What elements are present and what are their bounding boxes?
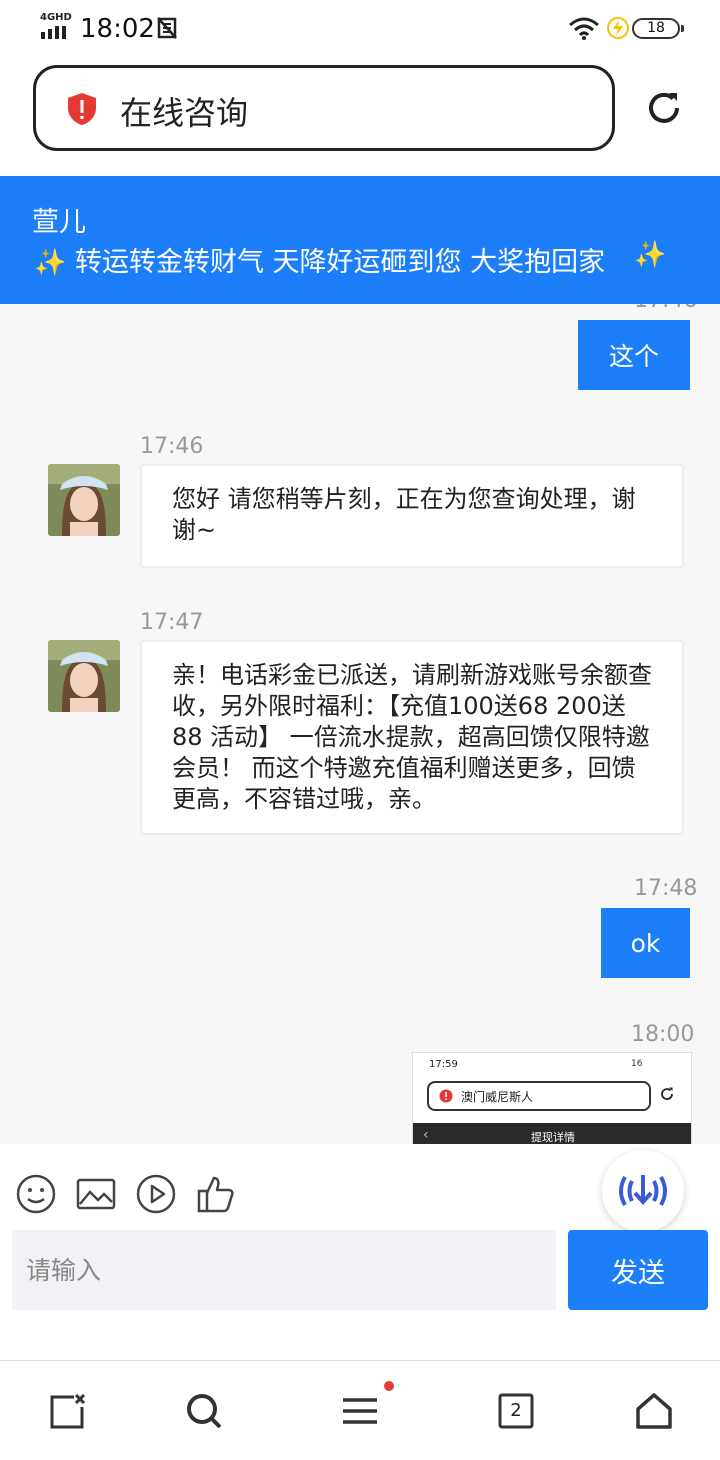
slogan-row: ✨ 转运转金转财气 天降好运砸到您 大奖抱回家 ✨: [34, 240, 694, 279]
agent-avatar[interactable]: [48, 464, 120, 536]
thumb-status-time: 17:59: [429, 1059, 458, 1070]
agent-name: 萱儿: [32, 207, 86, 238]
outgoing-message[interactable]: ok: [601, 908, 690, 978]
message-time: 17:48: [634, 876, 698, 901]
outgoing-message[interactable]: 这个: [578, 320, 690, 390]
page-title: 在线咨询: [120, 94, 249, 132]
menu-icon[interactable]: [340, 1391, 380, 1431]
thumb-reload-icon: [661, 1087, 673, 1100]
message-time: 17:46: [634, 304, 697, 313]
sparkle-icon: ✨: [634, 240, 667, 270]
message-time: 17:46: [140, 434, 204, 459]
message-time: 17:47: [140, 610, 204, 635]
tabs-button[interactable]: 2: [498, 1393, 534, 1429]
thumbs-up-icon[interactable]: [196, 1174, 236, 1214]
reload-icon[interactable]: [644, 88, 684, 128]
signal-icon: [41, 26, 66, 39]
thumb-nav-title: 提现详情: [531, 1131, 575, 1144]
image-icon[interactable]: [76, 1174, 116, 1214]
search-icon[interactable]: [184, 1391, 224, 1431]
shield-warning-icon: [68, 93, 96, 125]
sync-off-icon: [157, 17, 177, 39]
chat-messages[interactable]: 17:46 这个 17:46 您好 请您稍等片刻，正在为您查询处理，谢谢~ 17…: [0, 304, 720, 1144]
video-icon[interactable]: [136, 1174, 176, 1214]
message-input[interactable]: [12, 1230, 556, 1310]
thumb-battery: 16: [631, 1059, 643, 1069]
sparkle-icon: ✨: [34, 248, 67, 278]
wifi-icon: [569, 17, 599, 40]
tabs-count: 2: [510, 1400, 522, 1421]
composer: 发送: [0, 1144, 720, 1360]
close-page-icon[interactable]: [48, 1391, 88, 1431]
voice-button[interactable]: [602, 1150, 684, 1232]
address-bar[interactable]: 在线咨询: [33, 65, 615, 151]
thumb-page-title: 澳门威尼斯人: [461, 1090, 534, 1104]
image-message[interactable]: 17:59 16 澳门威尼斯人 ‹ 提现详情: [412, 1052, 692, 1144]
thumb-warning-icon: [439, 1089, 453, 1103]
chat-header: 萱儿 ✨ 转运转金转财气 天降好运砸到您 大奖抱回家 ✨: [0, 176, 720, 304]
status-bar: 4GHD 18:02 18: [0, 0, 720, 58]
charging-icon: [607, 17, 629, 39]
status-time: 18:02: [80, 14, 155, 44]
emoji-icon[interactable]: [16, 1174, 56, 1214]
agent-avatar[interactable]: [48, 640, 120, 712]
message-time: 18:00: [631, 1022, 695, 1047]
notification-dot: [384, 1381, 394, 1391]
send-button[interactable]: 发送: [568, 1230, 708, 1310]
slogan-text: 转运转金转财气 天降好运砸到您 大奖抱回家: [74, 247, 606, 278]
browser-bottom-nav: 2: [0, 1360, 720, 1460]
incoming-message[interactable]: 您好 请您稍等片刻，正在为您查询处理，谢谢~: [140, 464, 684, 568]
thumb-nav-bar: ‹ 提现详情: [413, 1123, 691, 1144]
home-icon[interactable]: [634, 1391, 674, 1431]
thumb-address-bar: 澳门威尼斯人: [427, 1081, 651, 1111]
voice-icon: [619, 1175, 667, 1206]
incoming-message[interactable]: 亲！电话彩金已派送，请刷新游戏账号余额查收，另外限时福利：【充值100送68 2…: [140, 640, 684, 835]
battery-indicator: 18: [632, 18, 684, 39]
